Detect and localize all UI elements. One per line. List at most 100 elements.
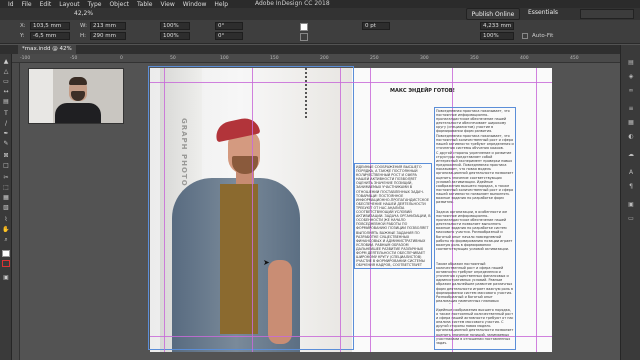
rectangle-tool-icon[interactable]: □ [2,162,10,169]
text-wrap-icon[interactable]: ▣ [627,201,635,209]
frame-scale-field[interactable]: 100% [480,32,514,40]
gap-tool-icon[interactable]: ↔ [2,88,10,95]
menu-bar: Id File Edit Layout Type Object Table Vi… [0,0,640,8]
line-tool-icon[interactable]: / [2,120,10,127]
menu-view[interactable]: View [161,1,175,8]
menu-table[interactable]: Table [137,1,153,8]
margin-guide-top [150,82,552,83]
pen-tool-icon[interactable]: ✒ [2,130,10,137]
menu-layout[interactable]: Layout [59,1,79,8]
window-title: Adobe InDesign CC 2018 [255,0,330,7]
ruler-tick-label: 100 [220,56,229,61]
x-field[interactable]: 103,5 mm [30,22,70,30]
zoom-level[interactable]: 42,2% [74,10,93,17]
text-paragraph-3[interactable]: Задача организации, в особенности же пос… [436,210,514,256]
margin-guide [340,68,341,352]
mouse-cursor-icon: ➤ [263,258,270,267]
height-field[interactable]: 290 mm [90,32,126,40]
tools-panel: ▲ △ ▭ ↔ ▤ T / ✒ ✎ ⊠ □ ✂ ⬚ ▦ ▧ ⌇ ✋ ⌕ ▣ [0,54,12,360]
text-paragraph-5[interactable]: Идейные соображения высшего порядка, а т… [436,308,514,350]
document-tab-bar: *max.indd @ 42% [0,45,620,54]
gradient-tool-icon[interactable]: ▦ [2,194,10,201]
selection-tool-icon[interactable]: ▲ [2,58,10,65]
workspace-switcher[interactable]: Essentials [528,9,558,16]
stroke-swatch[interactable] [300,33,308,41]
ruler-tick-label: 150 [270,56,279,61]
horizontal-ruler: -100 -50 0 50 100 150 200 250 300 350 400 450 [12,54,620,63]
fill-swatch[interactable] [300,23,308,31]
reference-field[interactable]: 4,233 mm [480,22,514,30]
stroke-panel-icon[interactable]: ≡ [627,105,635,113]
margin-guide [164,68,165,352]
free-transform-tool-icon[interactable]: ⬚ [2,184,10,191]
article-heading[interactable]: МАКС ЭНДЕЙР ГОТОВ! [390,88,455,94]
fill-color-icon[interactable] [2,250,10,257]
scissors-tool-icon[interactable]: ✂ [2,174,10,181]
search-input[interactable] [580,9,634,19]
margin-guide [536,68,537,352]
text-paragraph-2[interactable]: С другой стороны укрепление и развитие с… [436,151,514,207]
ruler-tick-label: 300 [420,56,429,61]
pages-panel-icon[interactable]: ▤ [627,59,635,67]
hand-tool-icon[interactable]: ✋ [2,226,10,233]
stroke-color-icon[interactable] [2,260,10,267]
panel-dock: ▤ ◈ ∞ ≡ ▦ ◐ ☁ A ¶ ▣ ▭ [620,45,640,360]
eyedropper-tool-icon[interactable]: ⌇ [2,216,10,223]
shear-field[interactable]: 0° [215,32,243,40]
ruler-tick-label: 200 [320,56,329,61]
control-panel: X: 103,5 mm Y: -6,5 mm W: 213 mm H: 290 … [0,20,640,44]
swatches-panel-icon[interactable]: ▦ [627,119,635,127]
webcam-overlay [28,68,124,124]
x-label: X: [20,23,26,29]
presenter-body [55,103,101,123]
menu-object[interactable]: Object [109,1,129,8]
text-column-left[interactable]: ИДЕЙНЫЕ СООБРАЖЕНИЯ ВЫСШЕГО ПОРЯДКА, А Т… [356,165,431,267]
color-panel-icon[interactable]: ◐ [627,133,635,141]
gradient-panel-icon[interactable]: ▭ [627,215,635,223]
ruler-tick-label: 350 [470,56,479,61]
paragraph-styles-icon[interactable]: ¶ [627,183,635,191]
layers-panel-icon[interactable]: ◈ [627,73,635,81]
column-guide [252,68,253,352]
text-paragraph-4[interactable]: Таким образом постоянный количественный … [436,262,514,304]
autofit-label: Auto-Fit [532,33,554,39]
ruler-tick-label: 400 [520,56,529,61]
menu-type[interactable]: Type [88,1,102,8]
character-styles-icon[interactable]: A [627,169,635,177]
rotate-field[interactable]: 0° [215,22,243,30]
autofit-checkbox[interactable] [522,33,528,39]
presenter-hair [69,77,87,85]
y-label: Y: [20,33,25,39]
scale-y-field[interactable]: 100% [160,32,190,40]
publish-online-button[interactable]: Publish Online [466,8,520,20]
direct-selection-tool-icon[interactable]: △ [2,68,10,75]
text-paragraph-1[interactable]: Повседневная практика показывает, что по… [436,109,514,149]
page-tool-icon[interactable]: ▭ [2,78,10,85]
links-panel-icon[interactable]: ∞ [627,87,635,95]
webcam-window [29,69,53,123]
pencil-tool-icon[interactable]: ✎ [2,140,10,147]
app-icon: Id [8,0,14,8]
menu-edit[interactable]: Edit [40,1,52,8]
ruler-tick-label: 0 [120,56,123,61]
ruler-tick-label: 50 [170,56,176,61]
stroke-weight-field[interactable]: 0 pt [362,22,390,30]
menu-window[interactable]: Window [183,1,207,8]
note-tool-icon[interactable]: ▧ [2,204,10,211]
content-collector-icon[interactable]: ▤ [2,98,10,105]
scale-x-field[interactable]: 100% [160,22,190,30]
tab-document[interactable]: *max.indd @ 42% [18,45,76,54]
zoom-tool-icon[interactable]: ⌕ [2,236,10,243]
y-field[interactable]: -6,5 mm [30,32,70,40]
rectangle-frame-tool-icon[interactable]: ⊠ [2,152,10,159]
view-mode-icon[interactable]: ▣ [2,274,10,281]
image-frame[interactable] [148,66,354,350]
width-field[interactable]: 213 mm [90,22,126,30]
cc-libraries-icon[interactable]: ☁ [627,151,635,159]
vertical-ruler [12,63,20,360]
menu-help[interactable]: Help [214,1,228,8]
ruler-tick-label: 250 [370,56,379,61]
menu-file[interactable]: File [22,1,32,8]
ruler-tick-label: -50 [70,56,78,61]
type-tool-icon[interactable]: T [2,110,10,117]
